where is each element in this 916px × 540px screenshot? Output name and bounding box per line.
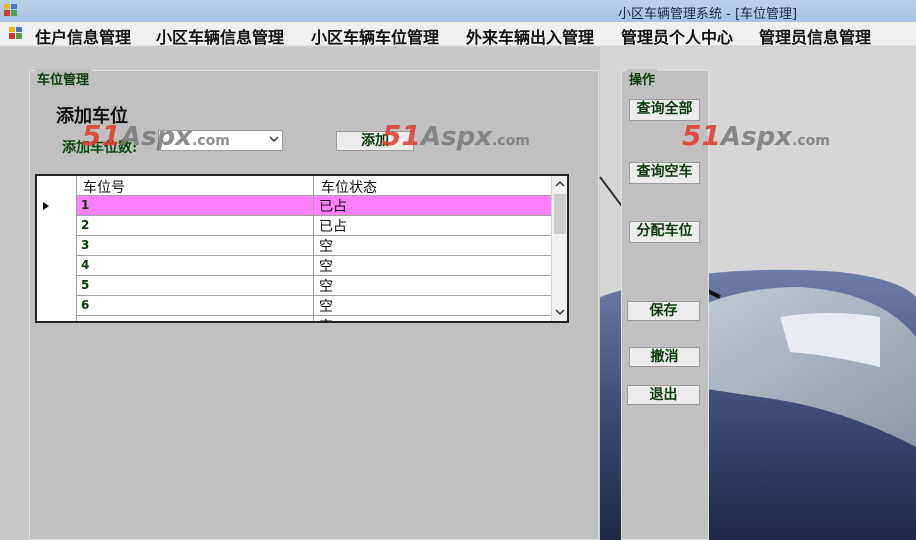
title-bar: 小区车辆管理系统 - [车位管理] (0, 0, 916, 22)
assign-space-button[interactable]: 分配车位 (629, 221, 700, 243)
cell-status[interactable]: 已占 (319, 196, 347, 216)
cell-space-id[interactable]: 2 (81, 218, 89, 232)
cell-space-id[interactable]: 1 (81, 198, 89, 212)
row-header[interactable] (37, 256, 77, 276)
table-row[interactable]: 4 空 (37, 256, 551, 276)
cell-status[interactable]: 空 (319, 296, 333, 316)
cell-space-id[interactable]: 4 (81, 258, 89, 272)
menu-admin-profile[interactable]: 管理员个人中心 (621, 24, 733, 48)
actions-group-title: 操作 (627, 69, 658, 88)
cell-status[interactable]: 已占 (319, 216, 347, 236)
cell-space-id[interactable]: 6 (81, 298, 89, 312)
column-divider (313, 176, 314, 321)
menu-parking-space[interactable]: 小区车辆车位管理 (311, 24, 439, 48)
table-row[interactable]: 2 已占 (37, 216, 551, 236)
app-icon (4, 4, 17, 16)
cancel-button[interactable]: 撤消 (629, 347, 700, 367)
window-title: 小区车辆管理系统 - [车位管理] (618, 7, 798, 22)
row-header[interactable] (37, 216, 77, 236)
table-row[interactable]: 5 空 (37, 276, 551, 296)
row-header[interactable] (37, 276, 77, 296)
menu-visitor-vehicles[interactable]: 外来车辆出入管理 (466, 24, 594, 48)
scrollbar-thumb[interactable] (554, 194, 566, 234)
row-header[interactable] (37, 296, 77, 316)
exit-button[interactable]: 退出 (627, 385, 700, 405)
grid-corner (37, 176, 77, 196)
column-header-status[interactable]: 车位状态 (321, 177, 377, 197)
menu-vehicle-info[interactable]: 小区车辆信息管理 (156, 24, 284, 48)
menu-admin-info[interactable]: 管理员信息管理 (759, 24, 871, 48)
chevron-down-icon (269, 136, 279, 143)
cell-space-id[interactable]: 3 (81, 238, 89, 252)
table-row[interactable]: 6 空 (37, 296, 551, 316)
mdi-child-icon[interactable] (9, 27, 23, 40)
watermark-logo: 51Aspx.com (82, 119, 230, 152)
scroll-up-icon[interactable] (555, 179, 565, 189)
mdi-client-area: 车位管理 添加车位 添加车位数: 添加 车位号 车位状态 1 已占 2 已占 3… (0, 47, 916, 540)
save-button[interactable]: 保存 (627, 301, 700, 321)
menu-resident-info[interactable]: 住户信息管理 (35, 24, 131, 48)
row-header[interactable] (37, 316, 77, 321)
grid-header: 车位号 车位状态 (37, 176, 551, 196)
parking-group-title: 车位管理 (35, 69, 92, 88)
watermark-logo: 51Aspx.com (382, 119, 530, 152)
grid-vertical-scrollbar[interactable] (551, 176, 567, 321)
cell-space-id[interactable]: 5 (81, 278, 89, 292)
watermark-logo: 51Aspx.com (682, 119, 830, 152)
column-header-space-id[interactable]: 车位号 (83, 177, 125, 197)
cell-status[interactable]: 空 (319, 316, 333, 321)
current-row-arrow-icon (43, 202, 49, 210)
row-header[interactable] (37, 236, 77, 256)
table-row[interactable]: 空 (37, 316, 551, 321)
scroll-down-icon[interactable] (555, 307, 565, 317)
row-header[interactable] (37, 196, 77, 216)
table-row[interactable]: 3 空 (37, 236, 551, 256)
cell-status[interactable]: 空 (319, 276, 333, 296)
cell-status[interactable]: 空 (319, 236, 333, 256)
parking-grid: 车位号 车位状态 1 已占 2 已占 3 空 4 空 5 空 6 空 (35, 174, 569, 323)
table-row[interactable]: 1 已占 (37, 196, 551, 216)
menu-bar: 住户信息管理 小区车辆信息管理 小区车辆车位管理 外来车辆出入管理 管理员个人中… (0, 22, 916, 48)
query-all-button[interactable]: 查询全部 (629, 99, 700, 121)
query-empty-button[interactable]: 查询空车 (629, 162, 700, 184)
cell-status[interactable]: 空 (319, 256, 333, 276)
